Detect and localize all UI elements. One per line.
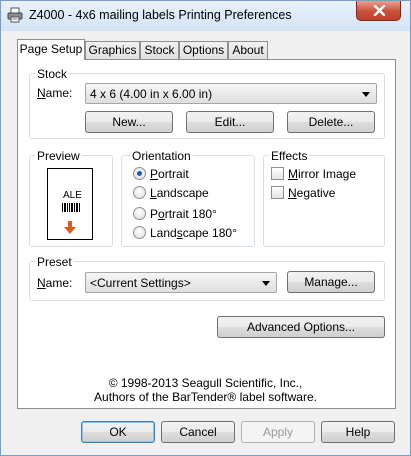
delete-button[interactable]: Delete...	[287, 111, 375, 133]
advanced-options-button[interactable]: Advanced Options...	[217, 316, 385, 338]
window-title: Z4000 - 4x6 mailing labels Printing Pref…	[29, 8, 292, 22]
chevron-down-icon	[362, 92, 370, 97]
effects-group-label: Effects	[269, 149, 310, 163]
manage-button[interactable]: Manage...	[287, 271, 375, 293]
mirror-image-label[interactable]: Mirror Image	[288, 167, 356, 181]
ok-button[interactable]: OK	[81, 421, 155, 443]
printing-preferences-dialog: Z4000 - 4x6 mailing labels Printing Pref…	[0, 0, 411, 456]
preview-sample-text: ALE	[63, 190, 82, 201]
portrait-radio[interactable]	[133, 167, 146, 180]
stock-name-value: 4 x 6 (4.00 in x 6.00 in)	[90, 87, 213, 101]
label-preview: ALE	[47, 168, 93, 240]
stock-group-label: Stock	[35, 67, 70, 81]
tab-page-setup[interactable]: Page Setup	[17, 39, 85, 60]
close-icon	[373, 5, 386, 16]
stock-name-dropdown[interactable]: 4 x 6 (4.00 in x 6.00 in)	[85, 83, 377, 104]
portrait-180-label[interactable]: Portrait 180°	[150, 207, 217, 221]
close-button[interactable]	[356, 1, 401, 21]
edit-button[interactable]: Edit...	[186, 111, 274, 133]
portrait-label[interactable]: Portrait	[150, 167, 189, 181]
apply-button[interactable]: Apply	[241, 421, 315, 443]
tab-graphics[interactable]: Graphics	[85, 41, 140, 59]
preview-group-label: Preview	[35, 149, 82, 163]
preset-name-value: <Current Settings>	[90, 276, 191, 290]
new-button[interactable]: New...	[85, 111, 173, 133]
landscape-radio[interactable]	[133, 186, 146, 199]
tab-options[interactable]: Options	[179, 41, 228, 59]
barcode-icon	[62, 203, 80, 212]
preset-name-label: Name:	[37, 276, 73, 290]
landscape-180-radio[interactable]	[133, 226, 146, 239]
landscape-180-label[interactable]: Landscape 180°	[150, 226, 237, 240]
negative-checkbox[interactable]	[271, 186, 284, 199]
preset-name-dropdown[interactable]: <Current Settings>	[85, 272, 277, 293]
mirror-image-checkbox[interactable]	[271, 167, 284, 180]
cancel-button[interactable]: Cancel	[161, 421, 235, 443]
chevron-down-icon	[262, 281, 270, 286]
printer-icon	[7, 7, 23, 23]
title-bar: Z4000 - 4x6 mailing labels Printing Pref…	[1, 1, 410, 31]
copyright-line-2: Authors of the BarTender® label software…	[94, 390, 317, 404]
help-button[interactable]: Help	[321, 421, 395, 443]
copyright-line-1: © 1998-2013 Seagull Scientific, Inc.,	[108, 376, 303, 390]
tab-stock[interactable]: Stock	[140, 41, 179, 59]
portrait-180-radio[interactable]	[133, 207, 146, 220]
orientation-group-label: Orientation	[130, 149, 193, 163]
preset-group-label: Preset	[35, 255, 74, 269]
landscape-label[interactable]: Landscape	[150, 186, 209, 200]
tab-about[interactable]: About	[228, 41, 268, 59]
stock-name-label: Name:	[37, 86, 73, 100]
arrow-down-icon	[64, 221, 76, 234]
negative-label[interactable]: Negative	[288, 186, 335, 200]
